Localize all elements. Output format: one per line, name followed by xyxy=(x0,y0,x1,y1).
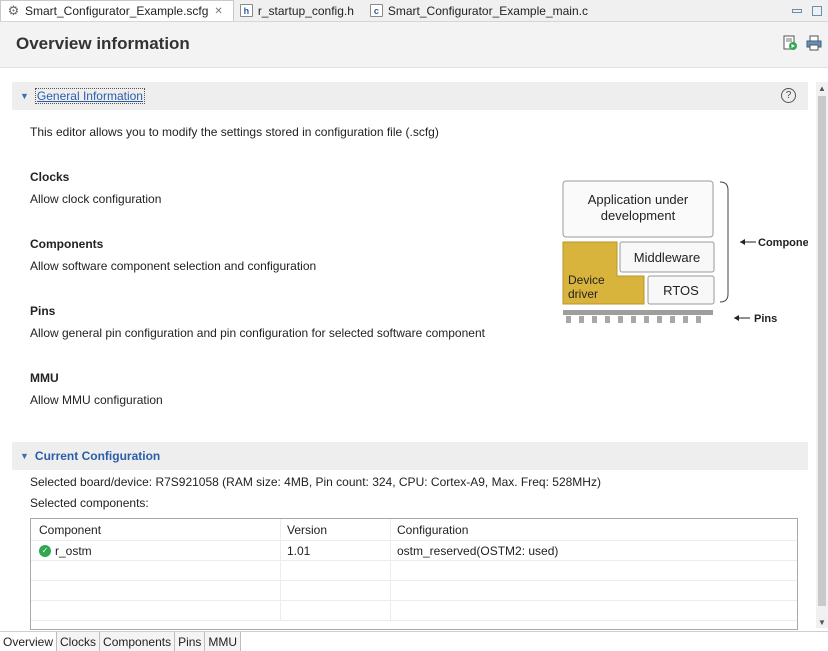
generate-code-icon[interactable] xyxy=(782,35,798,51)
c-file-icon: c xyxy=(369,4,383,17)
column-header-version[interactable]: Version xyxy=(281,519,391,540)
scroll-up-icon[interactable]: ▲ xyxy=(816,82,828,94)
row-version: 1.01 xyxy=(281,541,391,560)
check-ok-icon: ✓ xyxy=(39,544,51,557)
column-header-component[interactable]: Component xyxy=(31,519,281,540)
header-toolbar xyxy=(782,35,822,51)
board-label: Selected board/device: xyxy=(30,475,153,489)
clocks-desc: Allow clock configuration xyxy=(30,192,162,206)
table-header-row: Component Version Configuration xyxy=(31,519,797,541)
pins-label: Pins xyxy=(754,313,777,325)
scroll-thumb[interactable] xyxy=(818,96,826,606)
selected-board: Selected board/device: R7S921058 (RAM si… xyxy=(30,475,601,489)
general-intro: This editor allows you to modify the set… xyxy=(30,125,439,139)
device-driver-line1: Device xyxy=(568,273,605,287)
bottom-tab-bar: Overview Clocks Components Pins MMU xyxy=(0,631,828,651)
components-table: Component Version Configuration ✓ r_ostm… xyxy=(30,518,798,630)
components-heading: Components xyxy=(30,237,104,251)
close-tab-icon[interactable]: ✕ xyxy=(214,6,222,17)
table-row-empty xyxy=(31,601,797,621)
current-config-title[interactable]: Current Configuration xyxy=(35,449,160,463)
components-desc: Allow software component selection and c… xyxy=(30,259,317,273)
gear-icon: ⚙ xyxy=(7,3,20,18)
page-title: Overview information xyxy=(16,34,190,53)
collapse-chevron-icon[interactable]: ▼ xyxy=(20,91,29,101)
pins-heading: Pins xyxy=(30,304,56,318)
table-row[interactable]: ✓ r_ostm 1.01 ostm_reserved(OSTM2: used) xyxy=(31,541,797,561)
current-config-section-header[interactable]: ▼ Current Configuration xyxy=(12,442,808,470)
tab-scfg[interactable]: ⚙ Smart_Configurator_Example.scfg ✕ xyxy=(0,0,234,21)
general-info-title[interactable]: General Information xyxy=(34,88,145,104)
collapse-chevron-icon[interactable]: ▼ xyxy=(20,451,29,461)
bottom-tab-overview[interactable]: Overview xyxy=(0,632,58,651)
overview-header: Overview information xyxy=(0,22,828,68)
bottom-tab-pins[interactable]: Pins xyxy=(175,632,206,651)
table-row-empty xyxy=(31,561,797,581)
row-configuration: ostm_reserved(OSTM2: used) xyxy=(397,543,559,558)
app-box-line2: development xyxy=(601,208,676,223)
middleware-label: Middleware xyxy=(634,250,700,265)
editor-tab-bar: ⚙ Smart_Configurator_Example.scfg ✕ h r_… xyxy=(0,0,828,22)
app-box-line1: Application under xyxy=(588,192,689,207)
bottom-tab-mmu[interactable]: MMU xyxy=(205,632,242,651)
current-config-section: ▼ Current Configuration xyxy=(12,442,808,470)
maximize-icon[interactable] xyxy=(812,5,822,16)
pins-desc: Allow general pin configuration and pin … xyxy=(30,326,485,340)
help-icon[interactable]: ? xyxy=(781,88,796,103)
table-row-empty xyxy=(31,581,797,601)
components-label: Compone xyxy=(758,237,808,249)
mmu-heading: MMU xyxy=(30,371,59,385)
tab-startup-config[interactable]: h r_startup_config.h xyxy=(234,0,364,21)
architecture-diagram: Application under development Device dri… xyxy=(562,180,808,325)
pins-strip xyxy=(563,310,713,315)
vertical-scrollbar[interactable]: ▲ ▼ xyxy=(816,82,828,628)
column-header-configuration[interactable]: Configuration xyxy=(391,519,797,540)
h-file-icon: h xyxy=(239,4,253,17)
row-component: r_ostm xyxy=(55,543,92,558)
tab-scfg-label: Smart_Configurator_Example.scfg xyxy=(25,4,209,18)
scroll-down-icon[interactable]: ▼ xyxy=(816,616,828,628)
general-info-section-header[interactable]: ▼ General Information ? xyxy=(12,82,808,110)
components-bracket xyxy=(719,181,729,303)
selected-components-label: Selected components: xyxy=(30,496,149,510)
device-driver-line2: driver xyxy=(568,287,598,301)
rtos-label: RTOS xyxy=(663,283,699,298)
window-controls xyxy=(792,0,828,21)
pins-teeth xyxy=(566,316,701,323)
bottom-tab-components[interactable]: Components xyxy=(100,632,176,651)
clocks-heading: Clocks xyxy=(30,170,70,184)
tab-startup-config-label: r_startup_config.h xyxy=(257,3,354,18)
minimize-icon[interactable] xyxy=(792,8,802,13)
print-icon[interactable] xyxy=(806,35,822,51)
mmu-desc: Allow MMU configuration xyxy=(30,393,163,407)
tab-main-c[interactable]: c Smart_Configurator_Example_main.c xyxy=(364,0,598,21)
tab-main-c-label: Smart_Configurator_Example_main.c xyxy=(387,3,588,18)
bottom-tab-clocks[interactable]: Clocks xyxy=(57,632,101,651)
board-value: R7S921058 (RAM size: 4MB, Pin count: 324… xyxy=(155,475,601,489)
